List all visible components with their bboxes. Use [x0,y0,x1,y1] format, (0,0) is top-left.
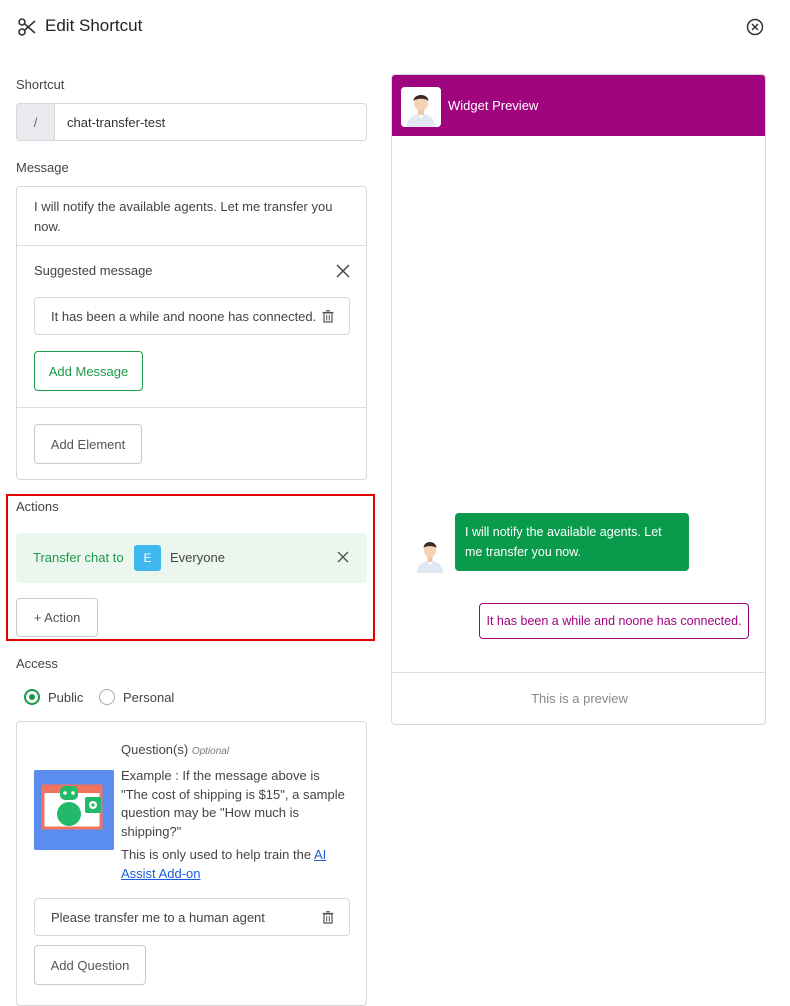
agent-avatar-icon [401,87,441,127]
close-icon[interactable] [337,551,349,563]
suggested-message-bubble[interactable]: It has been a while and noone has connec… [479,603,749,639]
message-text[interactable]: I will notify the available agents. Let … [34,197,344,237]
add-element-button[interactable]: Add Element [34,424,142,464]
questions-title-text: Question(s) [121,742,189,757]
questions-train-note: This is only used to help train the AI A… [121,846,346,883]
actions-label: Actions [16,499,59,514]
add-question-button[interactable]: Add Question [34,945,146,985]
message-label: Message [16,160,69,175]
trash-icon[interactable] [322,310,334,323]
shortcut-input[interactable]: / chat-transfer-test [16,103,367,141]
preview-header: Widget Preview [392,75,765,136]
trash-icon[interactable] [322,911,334,924]
suggested-message-value: It has been a while and noone has connec… [51,308,317,324]
questions-example: Example : If the message above is "The c… [121,768,345,839]
ai-assist-illustration [34,770,114,850]
divider [392,672,765,673]
add-action-button[interactable]: + Action [16,598,98,637]
question-input[interactable]: Please transfer me to a human agent [34,898,350,936]
suggested-message-title: Suggested message [34,263,153,278]
action-target: Everyone [170,550,225,565]
page-title: Edit Shortcut [45,16,143,35]
radio-public-label[interactable]: Public [48,690,83,705]
question-value: Please transfer me to a human agent [51,909,265,925]
suggested-message-input[interactable]: It has been a while and noone has connec… [34,297,350,335]
access-label: Access [16,656,58,671]
radio-personal-label[interactable]: Personal [123,690,174,705]
scissors-icon [18,18,36,36]
radio-personal[interactable] [99,689,115,705]
shortcut-prefix: / [17,104,55,140]
shortcut-label: Shortcut [16,77,65,92]
target-badge: E [134,545,161,571]
agent-avatar-icon [417,542,443,573]
shortcut-value[interactable]: chat-transfer-test [55,104,165,140]
radio-public[interactable] [24,689,40,705]
robot-icon [34,770,114,850]
action-row[interactable]: Transfer chat to E Everyone [16,533,367,583]
questions-card: Question(s) Optional Example : If the me… [16,721,367,1006]
preview-title: Widget Preview [448,98,539,113]
close-circle-icon[interactable] [746,18,764,36]
agent-message-bubble: I will notify the available agents. Let … [455,513,689,571]
preview-footer: This is a preview [531,691,628,706]
divider [17,245,366,246]
avatar [401,87,441,127]
train-text: This is only used to help train the [121,847,314,862]
close-icon[interactable] [336,264,350,278]
widget-preview: Widget Preview I will notify the availab… [391,74,766,725]
action-text: Transfer chat to [33,550,124,565]
divider [17,407,366,408]
questions-title: Question(s) Optional [121,742,229,757]
optional-tag: Optional [191,746,230,757]
add-message-button[interactable]: Add Message [34,351,143,391]
message-card: I will notify the available agents. Let … [16,186,367,480]
